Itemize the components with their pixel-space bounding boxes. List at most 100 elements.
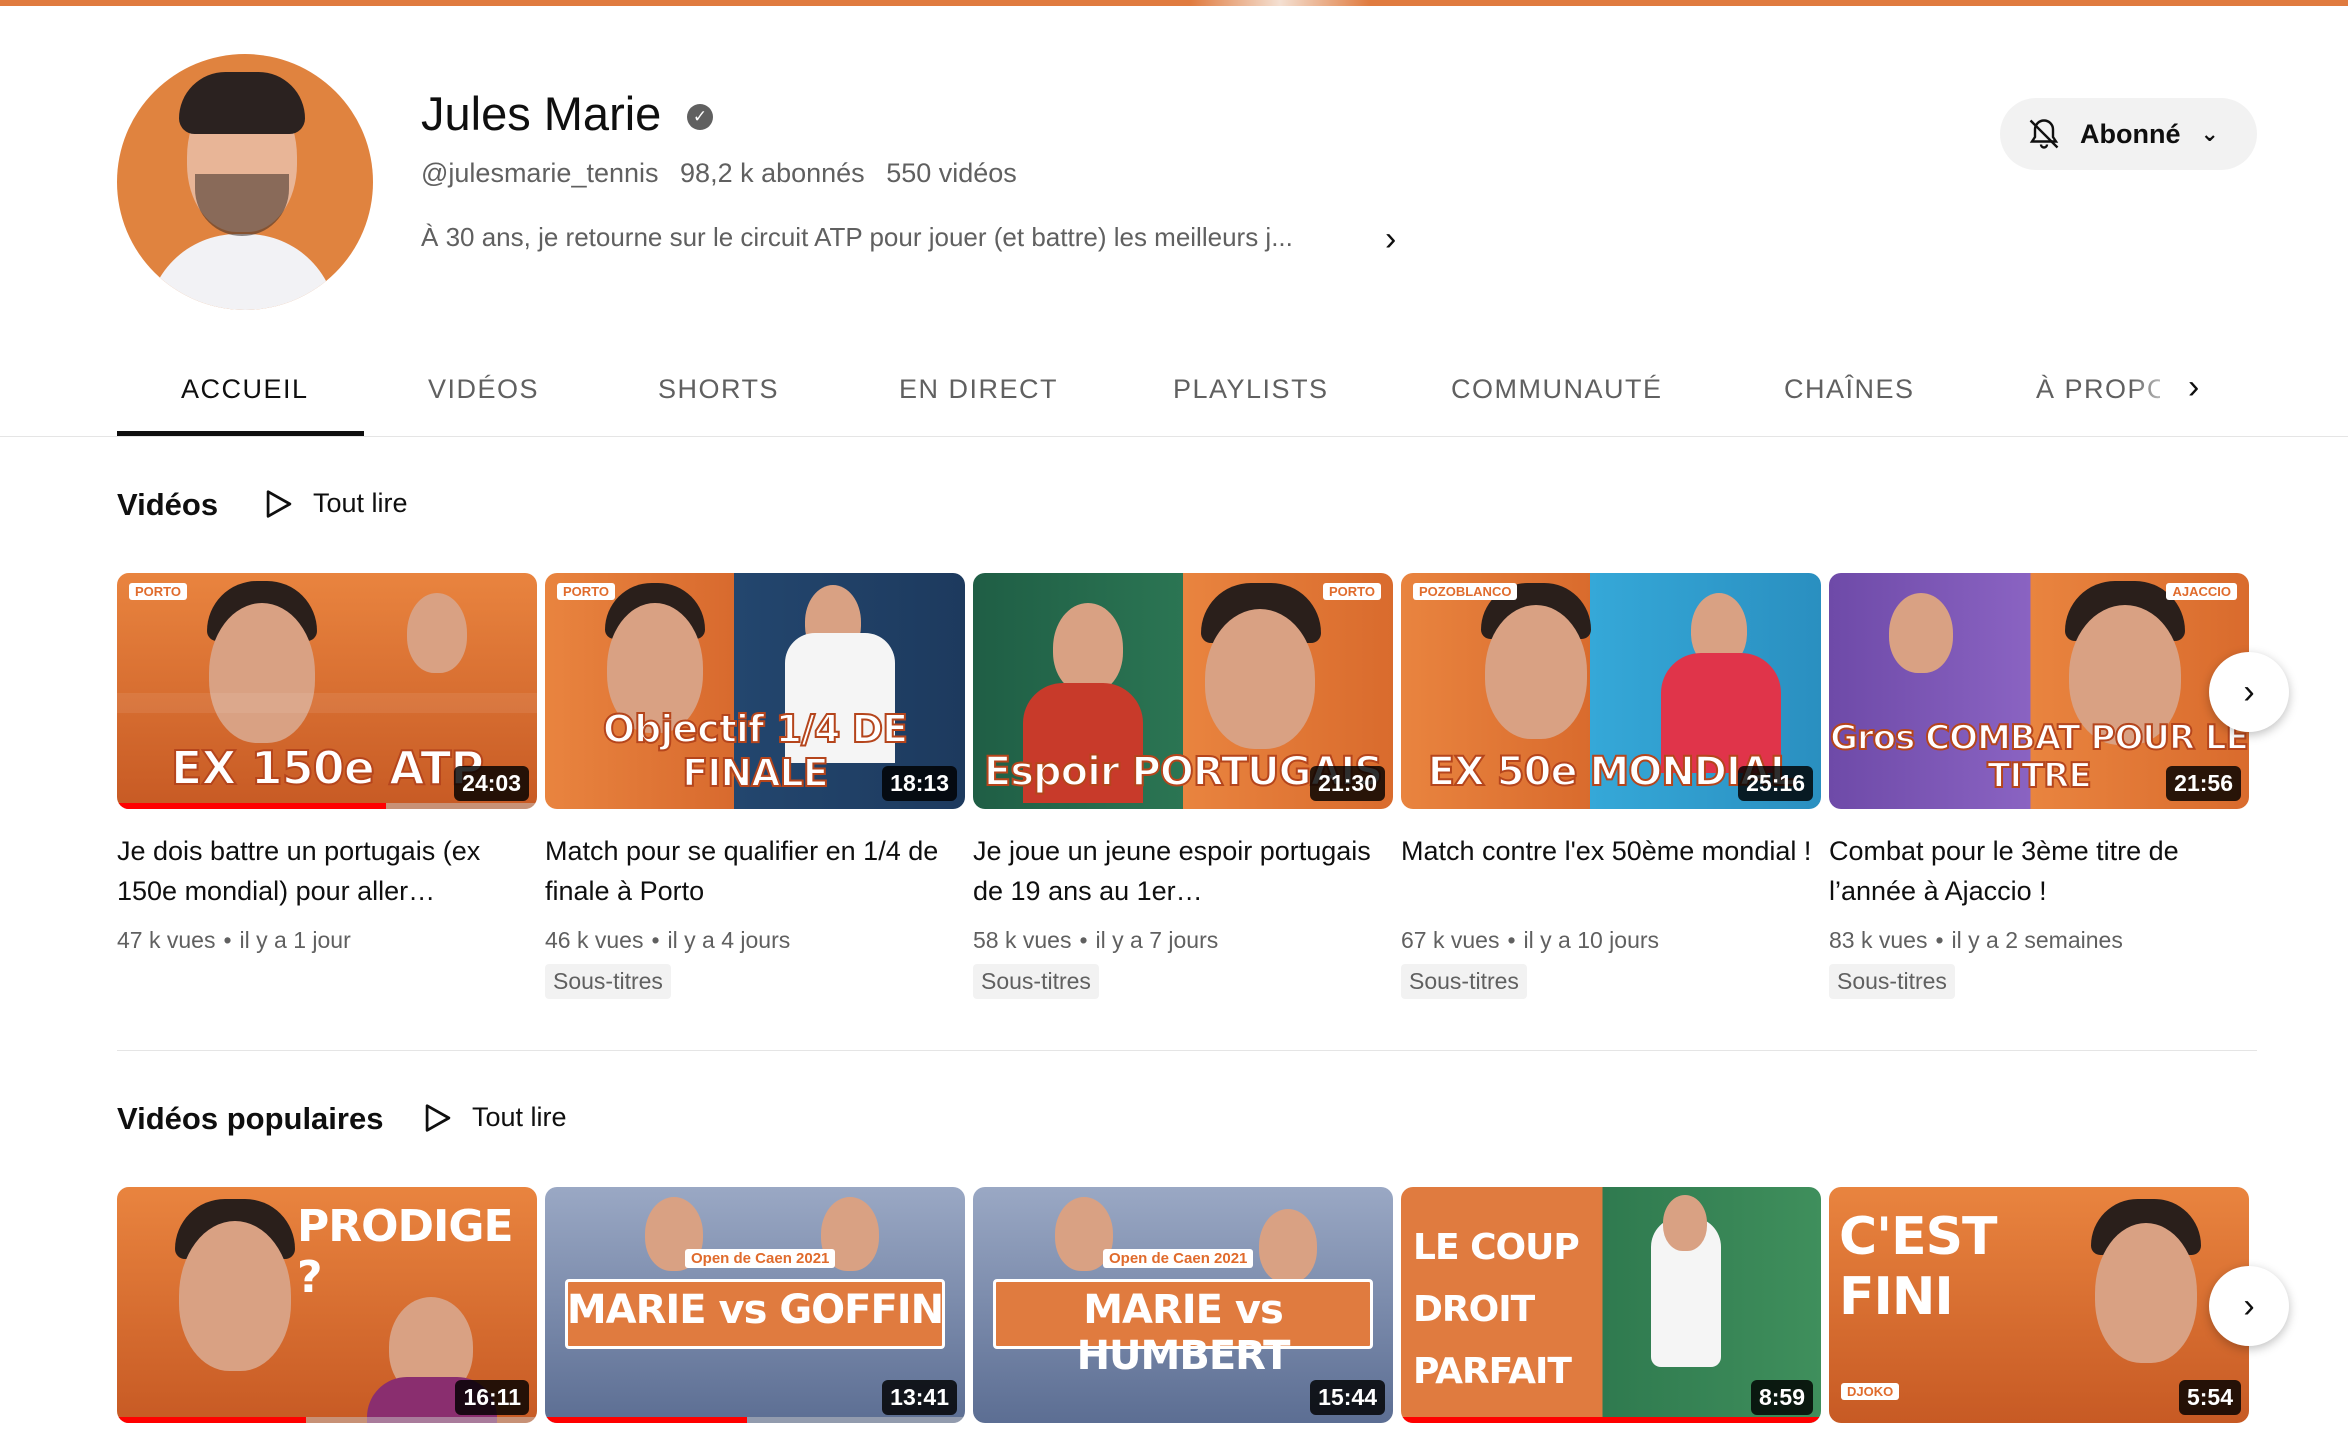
tab-communaute[interactable]: COMMUNAUTÉ <box>1451 374 1663 405</box>
thumbnail-tag: PORTO <box>129 583 187 600</box>
video-card[interactable]: PORTO Objectif 1/4 DE FINALE 18:13 Match… <box>545 573 965 999</box>
thumbnail-tag: PORTO <box>557 583 615 600</box>
view-count: 83 k vues <box>1829 927 1928 953</box>
channel-handle: @julesmarie_tennis <box>421 158 659 188</box>
thumbnail-caption: PRODIGE ? <box>297 1201 514 1303</box>
video-thumbnail[interactable]: AJACCIO Gros COMBAT POUR LE TITRE 21:56 <box>1829 573 2249 809</box>
video-duration: 15:44 <box>1310 1380 1385 1415</box>
subscribed-label: Abonné <box>2080 118 2181 149</box>
chevron-right-icon: › <box>2243 1286 2255 1325</box>
video-duration: 24:03 <box>454 766 529 801</box>
play-all-button[interactable]: Tout lire <box>424 1102 567 1133</box>
watch-progress-bar <box>117 1417 306 1423</box>
watch-progress-bar <box>545 1417 747 1423</box>
upload-age: il y a 10 jours <box>1523 927 1660 953</box>
thumbnail-caption: C'EST FINI <box>1839 1207 1998 1327</box>
video-title[interactable]: Match pour se qualifier en 1/4 de finale… <box>545 831 965 911</box>
video-thumbnail[interactable]: PORTO Espoir PORTUGAIS 21:30 <box>973 573 1393 809</box>
video-thumbnail[interactable]: C'EST FINI DJOKO 5:54 <box>1829 1187 2249 1423</box>
video-meta: 67 k vues • il y a 10 jours <box>1401 927 1660 953</box>
bell-off-icon <box>2029 119 2059 149</box>
video-duration: 21:56 <box>2166 766 2241 801</box>
channel-banner-strip <box>0 0 2348 6</box>
upload-age: il y a 4 jours <box>667 927 791 953</box>
play-all-label: Tout lire <box>313 488 408 518</box>
play-all-label: Tout lire <box>472 1102 567 1132</box>
subtitles-badge: Sous-titres <box>1401 964 1527 999</box>
carousel-next-button[interactable]: › <box>2209 652 2289 732</box>
watch-progress-bar <box>117 803 386 809</box>
thumbnail-tag: POZOBLANCO <box>1413 583 1518 600</box>
video-card[interactable]: LE COUP DROIT PARFAIT 8:59 <box>1401 1187 1821 1423</box>
subtitles-badge: Sous-titres <box>973 964 1099 999</box>
video-thumbnail[interactable]: POZOBLANCO EX 50e MONDIAL 25:16 <box>1401 573 1821 809</box>
video-meta: 58 k vues • il y a 7 jours <box>973 927 1219 953</box>
watch-progress-bar <box>1401 1417 1821 1423</box>
play-all-button[interactable]: Tout lire <box>265 488 408 519</box>
video-title[interactable]: Match contre l'ex 50ème mondial ! <box>1401 831 1821 911</box>
video-card[interactable]: Open de Caen 2021 MARIE vs GOFFIN 13:41 <box>545 1187 965 1423</box>
section-title-popular: Vidéos populaires <box>117 1101 384 1136</box>
view-count: 67 k vues <box>1401 927 1500 953</box>
video-title[interactable]: Je dois battre un portugais (ex 150e mon… <box>117 831 537 911</box>
chevron-right-icon: › <box>2243 672 2255 711</box>
video-meta: 47 k vues • il y a 1 jour <box>117 927 351 953</box>
subtitles-badge: Sous-titres <box>545 964 671 999</box>
thumbnail-badge: Open de Caen 2021 <box>1103 1249 1254 1268</box>
channel-tabs: ACCUEIL VIDÉOS SHORTS EN DIRECT PLAYLIST… <box>117 364 2257 436</box>
chevron-down-icon: ⌄ <box>2200 121 2219 146</box>
tabs-divider <box>0 436 2348 437</box>
subtitles-badge: Sous-titres <box>1829 964 1955 999</box>
video-thumbnail[interactable]: PORTO EX 150e ATP 24:03 <box>117 573 537 809</box>
tab-en-direct[interactable]: EN DIRECT <box>899 374 1058 405</box>
video-duration: 13:41 <box>882 1380 957 1415</box>
play-icon <box>425 1103 451 1132</box>
video-thumbnail[interactable]: PRODIGE ? 16:11 <box>117 1187 537 1423</box>
section-divider <box>117 1050 2257 1051</box>
subscriber-count: 98,2 k abonnés <box>680 158 865 188</box>
tab-shorts[interactable]: SHORTS <box>658 374 779 405</box>
upload-age: il y a 7 jours <box>1095 927 1219 953</box>
video-meta: 46 k vues • il y a 4 jours <box>545 927 791 953</box>
channel-description[interactable]: À 30 ans, je retourne sur le circuit ATP… <box>421 222 1293 253</box>
video-duration: 25:16 <box>1738 766 1813 801</box>
subscribed-button[interactable]: Abonné ⌄ <box>2000 98 2257 170</box>
tab-accueil[interactable]: ACCUEIL <box>181 374 309 405</box>
video-thumbnail[interactable]: PORTO Objectif 1/4 DE FINALE 18:13 <box>545 573 965 809</box>
video-thumbnail[interactable]: LE COUP DROIT PARFAIT 8:59 <box>1401 1187 1821 1423</box>
thumbnail-caption: MARIE vs GOFFIN <box>566 1287 944 1333</box>
video-count: 550 vidéos <box>886 158 1017 188</box>
video-meta: 83 k vues • il y a 2 semaines <box>1829 927 2123 953</box>
view-count: 46 k vues <box>545 927 644 953</box>
video-thumbnail[interactable]: Open de Caen 2021 MARIE vs HUMBERT 15:44 <box>973 1187 1393 1423</box>
upload-age: il y a 2 semaines <box>1951 927 2123 953</box>
channel-meta: @julesmarie_tennis 98,2 k abonnés 550 vi… <box>421 158 1031 189</box>
thumbnail-tag: PORTO <box>1323 583 1381 600</box>
video-card[interactable]: C'EST FINI DJOKO 5:54 <box>1829 1187 2249 1423</box>
thumbnail-caption: LE COUP DROIT PARFAIT <box>1413 1227 1580 1392</box>
video-duration: 18:13 <box>882 766 957 801</box>
thumbnail-badge: DJOKO <box>1841 1383 1900 1400</box>
tabs-scroll-right-icon[interactable]: › <box>2188 368 2199 407</box>
tab-playlists[interactable]: PLAYLISTS <box>1173 374 1329 405</box>
video-duration: 16:11 <box>455 1380 529 1415</box>
video-card[interactable]: PORTO EX 150e ATP 24:03 Je dois battre u… <box>117 573 537 954</box>
video-duration: 8:59 <box>1750 1380 1813 1415</box>
video-title[interactable]: Je joue un jeune espoir portugais de 19 … <box>973 831 1393 911</box>
video-card[interactable]: POZOBLANCO EX 50e MONDIAL 25:16 Match co… <box>1401 573 1821 999</box>
channel-avatar[interactable] <box>117 54 373 310</box>
video-duration: 21:30 <box>1310 766 1385 801</box>
tab-chaines[interactable]: CHAÎNES <box>1784 374 1915 405</box>
thumbnail-caption: MARIE vs HUMBERT <box>1076 1287 1291 1379</box>
video-card[interactable]: AJACCIO Gros COMBAT POUR LE TITRE 21:56 … <box>1829 573 2249 999</box>
chevron-right-icon[interactable]: › <box>1385 220 1396 259</box>
video-card[interactable]: Open de Caen 2021 MARIE vs HUMBERT 15:44 <box>973 1187 1393 1423</box>
verified-badge-icon: ✓ <box>687 104 713 130</box>
carousel-next-button[interactable]: › <box>2209 1266 2289 1346</box>
video-title[interactable]: Combat pour le 3ème titre de l’année à A… <box>1829 831 2249 911</box>
video-card[interactable]: PRODIGE ? 16:11 <box>117 1187 537 1423</box>
video-card[interactable]: PORTO Espoir PORTUGAIS 21:30 Je joue un … <box>973 573 1393 999</box>
video-thumbnail[interactable]: Open de Caen 2021 MARIE vs GOFFIN 13:41 <box>545 1187 965 1423</box>
channel-name: Jules Marie <box>421 87 662 140</box>
tab-videos[interactable]: VIDÉOS <box>428 374 539 405</box>
